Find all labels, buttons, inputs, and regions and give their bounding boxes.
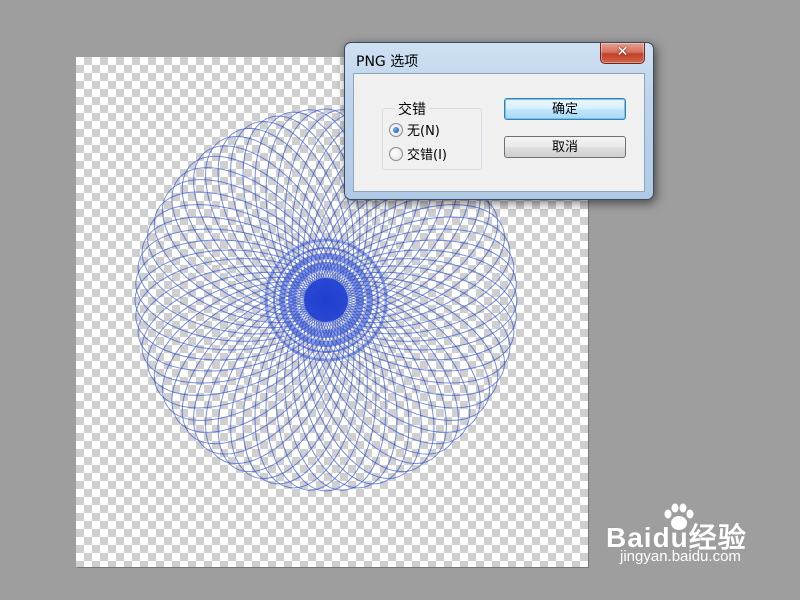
radio-interlaced-button[interactable] [389,146,403,161]
radio-none-label[interactable]: 无(N) [407,120,440,139]
spirograph-center [304,278,348,322]
ok-button[interactable]: 确定 [504,98,626,120]
radio-interlaced[interactable]: 交错(I) [389,144,447,163]
cancel-button[interactable]: 取消 [504,136,626,158]
interlace-groupbox: 交错 无(N) 交错(I) [382,99,482,170]
radio-interlaced-label[interactable]: 交错(I) [407,144,447,163]
interlace-legend: 交错 [395,99,429,119]
radio-none[interactable]: 无(N) [389,120,440,139]
baidu-watermark: Baidu经验 jingyan.baidu.com [606,502,756,565]
dialog-titlebar[interactable]: PNG 选项 ✕ [345,43,653,73]
dialog-title: PNG 选项 [356,54,419,70]
png-options-dialog: PNG 选项 ✕ 交错 无(N) 交错(I) 确定 取消 [344,42,654,200]
dialog-body: 交错 无(N) 交错(I) 确定 取消 [353,73,645,192]
radio-none-button[interactable] [389,122,403,137]
close-button[interactable]: ✕ [600,43,645,64]
close-icon: ✕ [616,44,629,60]
watermark-url: jingyan.baidu.com [620,548,741,565]
